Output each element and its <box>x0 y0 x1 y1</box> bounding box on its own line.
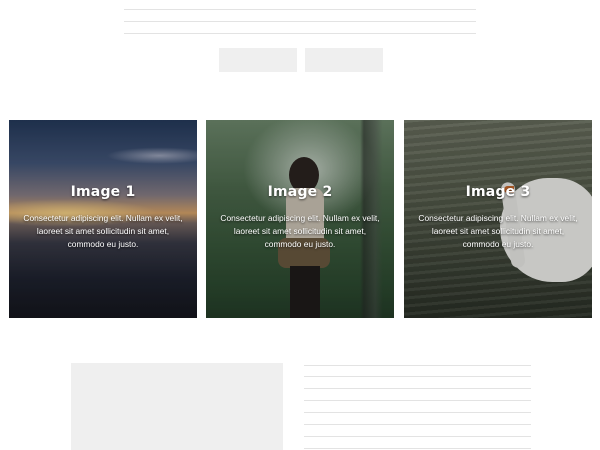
image-card-3[interactable]: Image 3 Consectetur adipiscing elit. Nul… <box>404 120 592 318</box>
text-placeholder-line-5 <box>304 412 531 413</box>
card-description: Consectetur adipiscing elit. Nullam ex v… <box>220 213 380 249</box>
card-caption: Image 2 Consectetur adipiscing elit. Nul… <box>206 184 394 251</box>
card-title: Image 3 <box>465 184 531 200</box>
text-placeholder-line-8 <box>304 448 531 449</box>
placeholder-button-1[interactable] <box>219 48 297 72</box>
header-placeholder-line-3 <box>124 33 476 34</box>
placeholder-button-2[interactable] <box>305 48 383 72</box>
text-placeholder-line-4 <box>304 400 531 401</box>
header-placeholder-line-2 <box>124 21 476 22</box>
text-placeholder-line-7 <box>304 436 531 437</box>
text-placeholder-line-6 <box>304 424 531 425</box>
text-placeholder-line-3 <box>304 388 531 389</box>
placeholder-image-box <box>71 363 283 450</box>
card-description: Consectetur adipiscing elit. Nullam ex v… <box>23 213 183 249</box>
card-title: Image 2 <box>267 184 333 200</box>
header-placeholder-line-1 <box>124 9 476 10</box>
text-placeholder-line-1 <box>304 365 531 366</box>
image-card-1[interactable]: Image 1 Consectetur adipiscing elit. Nul… <box>9 120 197 318</box>
card-caption: Image 3 Consectetur adipiscing elit. Nul… <box>404 184 592 251</box>
card-description: Consectetur adipiscing elit. Nullam ex v… <box>418 213 578 249</box>
image-card-2[interactable]: Image 2 Consectetur adipiscing elit. Nul… <box>206 120 394 318</box>
card-caption: Image 1 Consectetur adipiscing elit. Nul… <box>9 184 197 251</box>
text-placeholder-line-2 <box>304 376 531 377</box>
card-title: Image 1 <box>70 184 136 200</box>
